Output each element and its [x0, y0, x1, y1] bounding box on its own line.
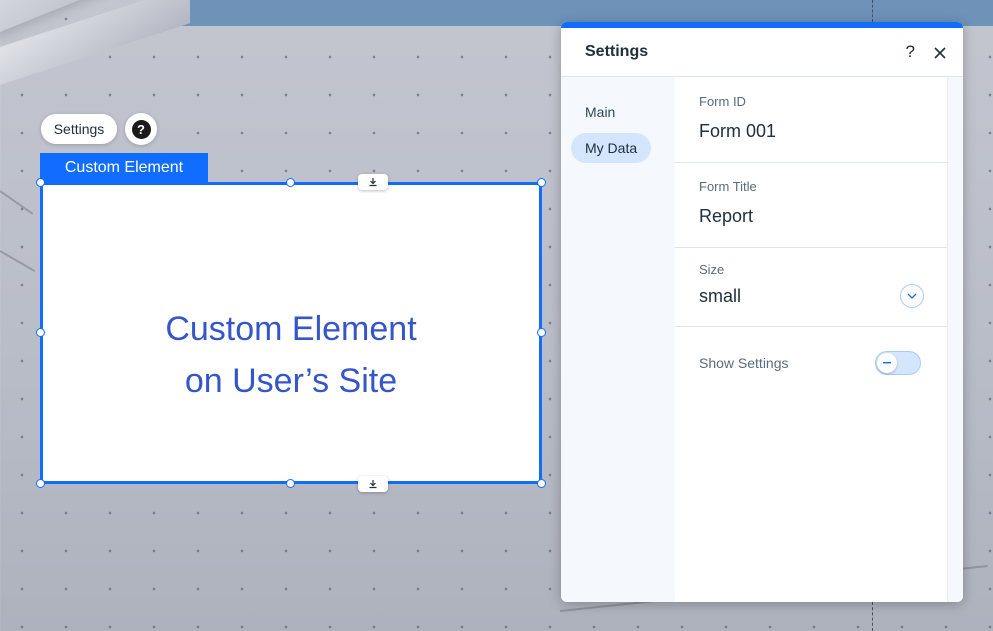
form-title-input[interactable]: Report: [699, 206, 753, 227]
custom-element-text: Custom Element on User’s Site: [43, 303, 539, 407]
chevron-down-icon: [907, 293, 917, 299]
stretch-anchor-top[interactable]: [358, 174, 388, 190]
resize-handle-left[interactable]: [36, 328, 45, 337]
element-name-label: Custom Element: [64, 159, 184, 176]
custom-element-text-line2: on User’s Site: [184, 362, 398, 400]
resize-handle-top-right[interactable]: [537, 178, 546, 187]
panel-help-button[interactable]: ?: [906, 42, 915, 62]
panel-sidebar: Main My Data: [561, 77, 675, 602]
form-id-input[interactable]: Form 001: [699, 121, 776, 142]
show-settings-row: Show Settings: [675, 327, 948, 397]
stretch-anchor-bottom[interactable]: [358, 476, 388, 492]
element-settings-label: Settings: [53, 121, 105, 137]
custom-element-text-line1: Custom Element: [165, 310, 417, 348]
toggle-knob: [877, 353, 897, 373]
download-arrow-icon: [369, 480, 377, 489]
resize-handle-bottom[interactable]: [286, 479, 295, 488]
form-id-label: Form ID: [699, 94, 746, 109]
form-title-row: Form Title Report: [675, 163, 948, 248]
tab-main[interactable]: Main: [571, 97, 629, 127]
element-name-tag: Custom Element: [40, 153, 208, 183]
form-id-row: Form ID Form 001: [675, 77, 948, 163]
element-settings-button[interactable]: Settings: [41, 114, 117, 144]
panel-title: Settings: [585, 43, 649, 60]
size-dropdown-value[interactable]: small: [699, 286, 741, 307]
resize-handle-bottom-left[interactable]: [36, 479, 45, 488]
custom-element[interactable]: Custom Element on User’s Site: [40, 182, 542, 484]
settings-panel: Settings ? Main My Data Form ID Form 001…: [561, 22, 963, 602]
layout-guide-line: [872, 0, 873, 22]
resize-handle-top-left[interactable]: [36, 178, 45, 187]
panel-content: Form ID Form 001 Form Title Report Size …: [675, 77, 963, 602]
close-icon: [934, 47, 946, 59]
help-icon: ?: [131, 119, 151, 139]
resize-handle-bottom-right[interactable]: [537, 479, 546, 488]
show-settings-label: Show Settings: [699, 355, 789, 371]
size-label: Size: [699, 262, 725, 277]
show-settings-toggle[interactable]: [875, 351, 921, 375]
size-dropdown-button[interactable]: [900, 284, 924, 308]
resize-handle-top[interactable]: [286, 178, 295, 187]
layout-guide-line: [872, 602, 873, 631]
minus-icon: [883, 362, 891, 364]
tab-my-data[interactable]: My Data: [571, 133, 652, 163]
download-arrow-icon: [369, 178, 377, 187]
size-row: Size small: [675, 248, 948, 327]
panel-scrollbar[interactable]: [947, 77, 963, 602]
panel-header: Settings ?: [561, 28, 963, 77]
element-help-button[interactable]: ?: [125, 113, 157, 145]
panel-close-button[interactable]: [934, 46, 946, 64]
resize-handle-right[interactable]: [537, 328, 546, 337]
form-title-label: Form Title: [699, 179, 757, 194]
